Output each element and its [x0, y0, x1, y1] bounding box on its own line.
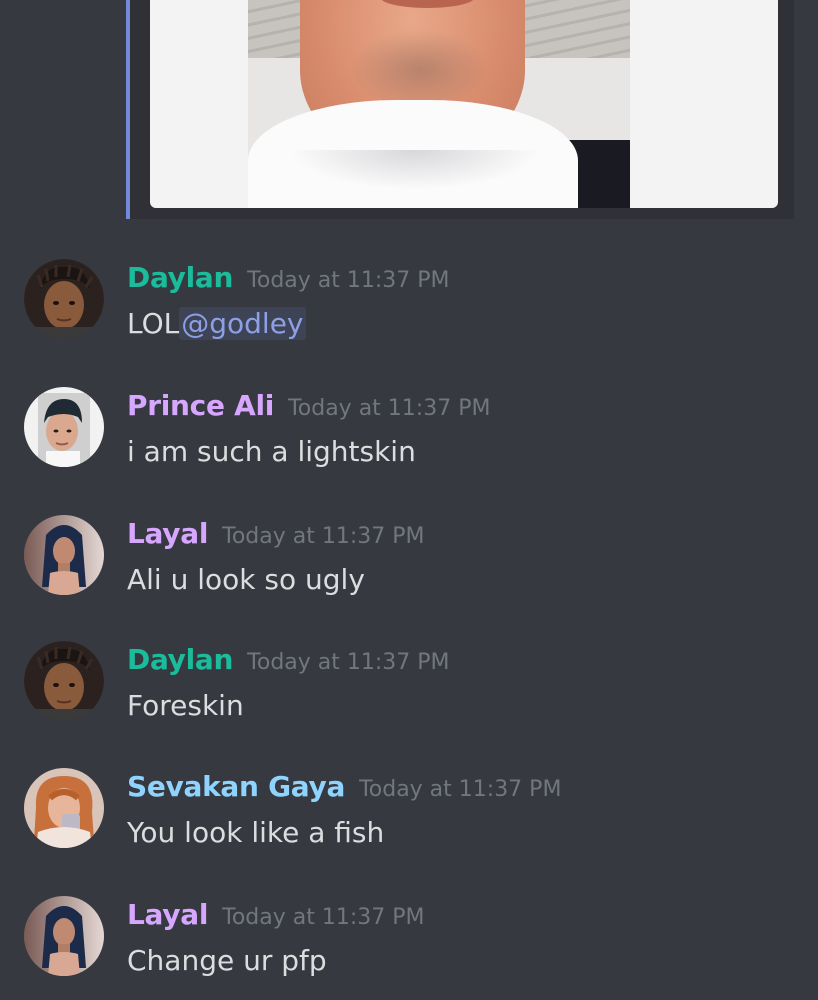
message-timestamp: Today at 11:37 PM [359, 777, 562, 802]
chat-message: Prince Ali Today at 11:37 PM i am such a … [0, 387, 818, 487]
author-name[interactable]: Daylan [127, 261, 233, 294]
message-timestamp: Today at 11:37 PM [288, 396, 491, 421]
message-timestamp: Today at 11:37 PM [247, 268, 450, 293]
message-content: Change ur pfp [127, 944, 327, 977]
chat-message: Sevakan Gaya Today at 11:37 PM You look l… [0, 768, 818, 868]
user-avatar-layal[interactable] [24, 515, 104, 595]
user-avatar-daylan[interactable] [24, 641, 104, 721]
message-text: Foreskin [127, 689, 244, 722]
message-text: You look like a fish [127, 816, 385, 849]
image-embed [126, 0, 794, 219]
message-timestamp: Today at 11:37 PM [222, 524, 425, 549]
chat-message: Daylan Today at 11:37 PM Foreskin [0, 641, 818, 741]
chat-message: Layal Today at 11:37 PM Ali u look so ugl… [0, 515, 818, 615]
message-text: i am such a lightskin [127, 435, 416, 468]
message-content: Ali u look so ugly [127, 563, 365, 596]
message-timestamp: Today at 11:37 PM [222, 905, 425, 930]
author-name[interactable]: Daylan [127, 643, 233, 676]
user-avatar-layal[interactable] [24, 896, 104, 976]
message-header: Layal Today at 11:37 PM [127, 898, 425, 931]
author-name[interactable]: Layal [127, 517, 208, 550]
message-content: You look like a fish [127, 816, 384, 849]
message-content: Foreskin [127, 689, 244, 722]
message-text: LOL [127, 307, 180, 340]
user-avatar-prince-ali[interactable] [24, 387, 104, 467]
message-content: i am such a lightskin [127, 435, 416, 468]
message-text: Change ur pfp [127, 944, 327, 977]
message-header: Sevakan Gaya Today at 11:37 PM [127, 770, 561, 803]
embedded-photo[interactable] [150, 0, 778, 208]
author-name[interactable]: Prince Ali [127, 389, 274, 422]
chat-message: Daylan Today at 11:37 PM LOL@godley [0, 259, 818, 359]
message-header: Layal Today at 11:37 PM [127, 517, 425, 550]
message-text: Ali u look so ugly [127, 563, 365, 596]
author-name[interactable]: Layal [127, 898, 208, 931]
message-header: Daylan Today at 11:37 PM [127, 643, 450, 676]
user-mention[interactable]: @godley [179, 307, 306, 340]
user-avatar-daylan[interactable] [24, 259, 104, 339]
chat-message: Layal Today at 11:37 PM Change ur pfp [0, 896, 818, 996]
message-content: LOL@godley [127, 307, 306, 340]
author-name[interactable]: Sevakan Gaya [127, 770, 345, 803]
chat-screen: Daylan Today at 11:37 PM LOL@godley Princ… [0, 0, 818, 1000]
message-header: Prince Ali Today at 11:37 PM [127, 389, 490, 422]
message-header: Daylan Today at 11:37 PM [127, 261, 450, 294]
message-timestamp: Today at 11:37 PM [247, 650, 450, 675]
user-avatar-sevakan-gaya[interactable] [24, 768, 104, 848]
